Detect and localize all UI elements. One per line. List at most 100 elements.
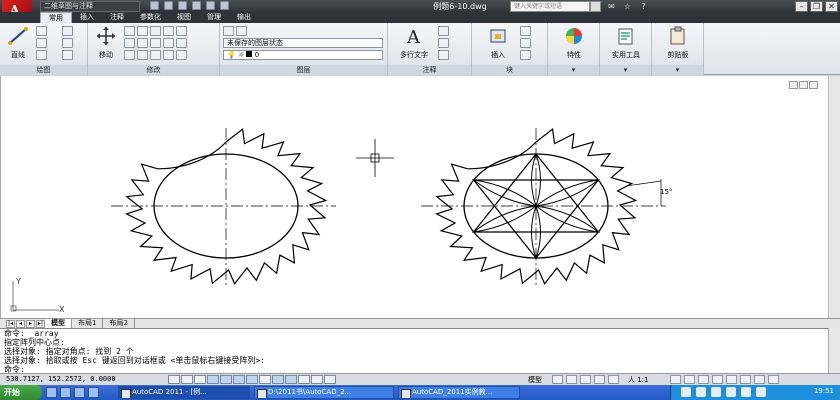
- draw-panel-title[interactable]: 绘图: [0, 65, 87, 75]
- selection-cycling-toggle-icon[interactable]: [324, 375, 336, 384]
- dimension-icon[interactable]: [438, 26, 449, 36]
- offset-icon[interactable]: [176, 26, 187, 36]
- tab-layout1[interactable]: 布局1: [72, 319, 104, 328]
- command-scrollbar[interactable]: [828, 328, 840, 373]
- grid-toggle-icon[interactable]: [181, 375, 193, 384]
- lock-icon[interactable]: [712, 375, 723, 384]
- layer-state-icon[interactable]: [236, 26, 247, 36]
- redo-icon[interactable]: [206, 1, 215, 10]
- rotate-icon[interactable]: [124, 26, 135, 36]
- stretch-icon[interactable]: [124, 50, 135, 60]
- last-layout-icon[interactable]: ▸|: [36, 319, 45, 328]
- tab-insert[interactable]: 插入: [72, 12, 102, 23]
- edit-block-icon[interactable]: [520, 38, 531, 48]
- tab-output[interactable]: 输出: [229, 12, 259, 23]
- osnap-toggle-icon[interactable]: [220, 375, 232, 384]
- start-button[interactable]: 开始: [0, 385, 42, 400]
- hardware-acceleration-icon[interactable]: [726, 375, 737, 384]
- layer-properties-icon[interactable]: [223, 26, 234, 36]
- arc-icon[interactable]: [36, 50, 47, 60]
- ducs-toggle-icon[interactable]: [259, 375, 271, 384]
- break-icon[interactable]: [150, 50, 161, 60]
- transparency-toggle-icon[interactable]: [298, 375, 310, 384]
- tab-parametric[interactable]: 参数化: [132, 12, 169, 23]
- coordinate-readout[interactable]: 530.7127, 152.2572, 0.0000: [6, 375, 116, 383]
- network-icon[interactable]: [696, 387, 706, 397]
- close-icon[interactable]: ✕: [825, 1, 838, 12]
- leader-icon[interactable]: [438, 38, 449, 48]
- print-icon[interactable]: [220, 1, 229, 10]
- viewport-close-icon[interactable]: [809, 81, 818, 89]
- rectangle-icon[interactable]: [62, 26, 73, 36]
- tab-home[interactable]: 常用: [40, 12, 72, 23]
- minimize-icon[interactable]: –: [795, 1, 808, 12]
- new-icon[interactable]: [150, 1, 159, 10]
- annotation-scale[interactable]: 人 1:1: [628, 375, 649, 385]
- drawing-canvas[interactable]: 15° Y X: [0, 76, 840, 318]
- volume-icon[interactable]: [711, 387, 721, 397]
- snap-toggle-icon[interactable]: [168, 375, 180, 384]
- lengthen-icon[interactable]: [176, 38, 187, 48]
- explode-icon[interactable]: [163, 26, 174, 36]
- properties-panel-title[interactable]: ▾: [548, 65, 599, 75]
- array-icon[interactable]: [163, 38, 174, 48]
- insert-button[interactable]: 插入: [482, 26, 514, 60]
- first-layout-icon[interactable]: |◂: [6, 319, 15, 328]
- mtext-button[interactable]: A 多行文字: [394, 26, 434, 60]
- steeringwheel-icon[interactable]: [608, 375, 619, 384]
- move-button[interactable]: 移动: [92, 26, 120, 60]
- auto-scale-icon[interactable]: [684, 375, 695, 384]
- tab-annotate[interactable]: 注释: [102, 12, 132, 23]
- copy-icon[interactable]: [124, 38, 135, 48]
- next-layout-icon[interactable]: ▸: [26, 319, 35, 328]
- annotation-visibility-icon[interactable]: [670, 375, 681, 384]
- clean-screen-icon[interactable]: [768, 375, 779, 384]
- dyn-toggle-icon[interactable]: [272, 375, 284, 384]
- isolate-objects-icon[interactable]: [740, 375, 751, 384]
- tab-model[interactable]: 模型: [45, 319, 72, 328]
- model-space-label[interactable]: 模型: [528, 375, 542, 385]
- block-panel-title[interactable]: 块: [472, 65, 547, 75]
- erase-icon[interactable]: [150, 26, 161, 36]
- desktop-icon[interactable]: [60, 387, 71, 398]
- tab-manage[interactable]: 管理: [199, 12, 229, 23]
- mirror-icon[interactable]: [137, 38, 148, 48]
- folder-icon[interactable]: [88, 387, 99, 398]
- hatch-icon[interactable]: [62, 38, 73, 48]
- join-icon[interactable]: [163, 50, 174, 60]
- ellipse-icon[interactable]: [62, 50, 73, 60]
- layer-state-select[interactable]: 未保存的图层状态: [223, 38, 383, 48]
- tab-layout2[interactable]: 布局2: [103, 319, 135, 328]
- open-icon[interactable]: [164, 1, 173, 10]
- otrack-toggle-icon[interactable]: [246, 375, 258, 384]
- lineweight-toggle-icon[interactable]: [285, 375, 297, 384]
- annotation-panel-title[interactable]: 注释: [388, 65, 471, 75]
- fillet-icon[interactable]: [150, 38, 161, 48]
- restore-icon[interactable]: ❐: [810, 1, 823, 12]
- save-icon[interactable]: [178, 1, 187, 10]
- security-icon[interactable]: [726, 387, 736, 397]
- layers-panel-title[interactable]: 图层: [220, 65, 387, 75]
- quick-view-layouts-icon[interactable]: [552, 375, 563, 384]
- ime-icon[interactable]: [681, 387, 691, 397]
- utilities-button[interactable]: 实用工具: [602, 26, 650, 60]
- task-explorer[interactable]: D:\2011书\AutoCAD_2...: [254, 386, 394, 399]
- favorites-icon[interactable]: ☆: [621, 1, 634, 12]
- circle-icon[interactable]: [36, 38, 47, 48]
- trim-icon[interactable]: [137, 26, 148, 36]
- polyline-icon[interactable]: [36, 26, 47, 36]
- clipboard-panel-title[interactable]: ▾: [652, 65, 703, 75]
- task-autocad[interactable]: AutoCAD 2011 - [例...: [118, 386, 250, 399]
- edit-attributes-icon[interactable]: [520, 50, 531, 60]
- polar-toggle-icon[interactable]: [207, 375, 219, 384]
- quick-properties-toggle-icon[interactable]: [311, 375, 323, 384]
- media-icon[interactable]: [74, 387, 85, 398]
- scale-icon[interactable]: [137, 50, 148, 60]
- vertical-scrollbar[interactable]: [828, 76, 840, 318]
- clipboard-button[interactable]: 剪贴板: [656, 26, 700, 60]
- chamfer-icon[interactable]: [176, 50, 187, 60]
- properties-button[interactable]: 特性: [554, 26, 594, 60]
- create-block-icon[interactable]: [520, 26, 531, 36]
- zoom-icon[interactable]: [594, 375, 605, 384]
- search-icon[interactable]: [590, 1, 601, 12]
